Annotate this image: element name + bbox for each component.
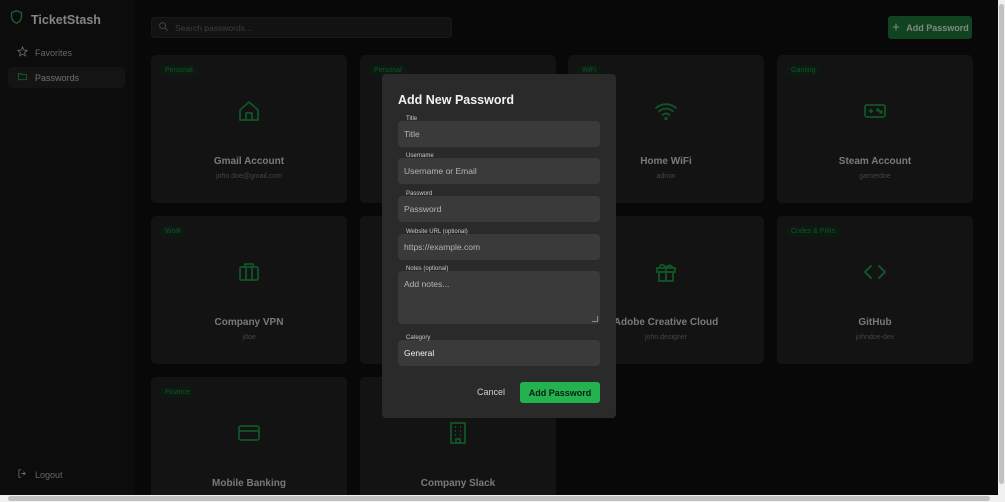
field-label: Title [406,116,418,122]
field-placeholder: Password [404,204,442,214]
field-placeholder: Title [404,129,420,139]
horizontal-scrollbar-thumb[interactable] [8,496,990,501]
app-root: TicketStash Favorites Passwords Logout S… [0,0,1005,502]
notes-field[interactable]: Notes (optional) Add notes... [398,266,600,324]
field-label: Website URL (optional) [406,229,468,235]
add-password-modal: Add New Password Title Title Username Us… [382,74,616,418]
field-label: Category [406,335,431,341]
modal-title: Add New Password [398,93,514,107]
vertical-scrollbar-thumb[interactable] [999,4,1004,484]
password-field[interactable]: Password Password [398,191,600,222]
website-url-field[interactable]: Website URL (optional) https://example.c… [398,229,600,260]
field-placeholder: Add notes... [404,279,450,289]
field-label: Username [406,153,434,159]
resize-handle[interactable] [592,316,598,322]
cancel-button[interactable]: Cancel [477,387,505,397]
field-placeholder: https://example.com [404,242,481,252]
vertical-scrollbar[interactable] [998,0,1005,495]
category-select[interactable]: Category General [398,335,600,366]
username-field[interactable]: Username Username or Email [398,153,600,184]
field-placeholder: Username or Email [404,166,477,176]
horizontal-scrollbar[interactable] [0,495,1005,502]
submit-add-password-button[interactable]: Add Password [520,382,600,403]
field-value: General [404,348,435,358]
field-label: Password [406,191,433,197]
field-label: Notes (optional) [406,266,449,272]
title-field[interactable]: Title Title [398,116,600,147]
